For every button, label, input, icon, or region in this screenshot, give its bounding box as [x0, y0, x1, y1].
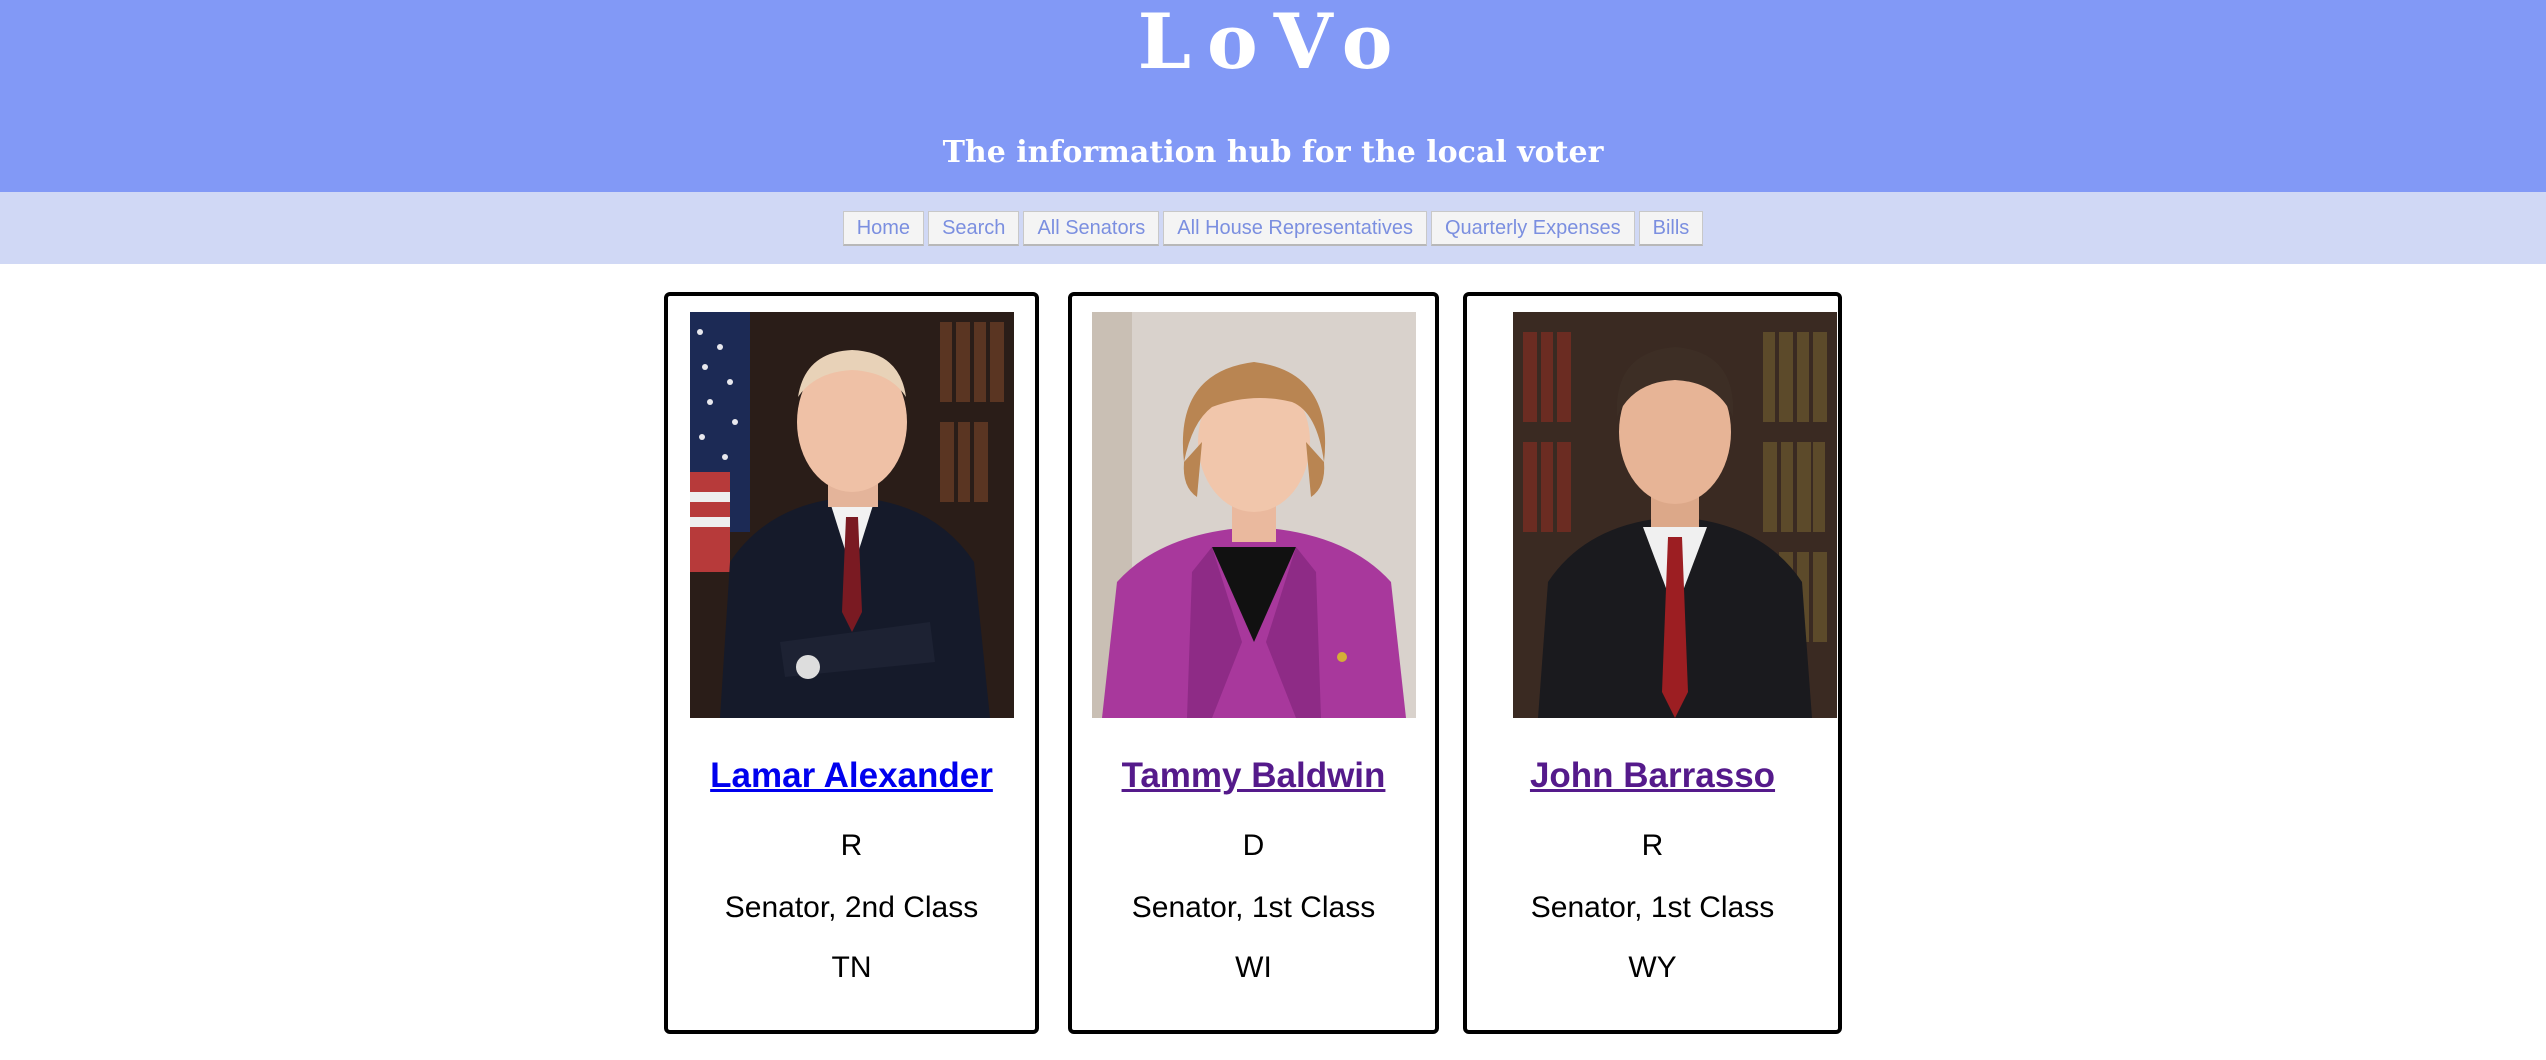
nav-quarterly-expenses-button[interactable]: Quarterly Expenses	[1430, 210, 1635, 246]
senator-class: Senator, 2nd Class	[724, 891, 979, 924]
senator-name-link[interactable]: Lamar Alexander	[668, 754, 1035, 798]
senator-party: D	[1242, 829, 1265, 862]
senator-party: R	[1641, 829, 1664, 862]
nav-search-button[interactable]: Search	[928, 210, 1020, 246]
senator-photo	[1513, 312, 1837, 718]
senator-card: Lamar Alexander R Senator, 2nd Class TN	[664, 292, 1039, 1034]
senator-state: TN	[831, 951, 872, 984]
site-title: LoVo	[1137, 0, 1409, 86]
site-tagline: The information hub for the local voter	[942, 135, 1604, 170]
nav-all-senators-button[interactable]: All Senators	[1023, 210, 1160, 246]
site-header: LoVo The information hub for the local v…	[0, 0, 2546, 192]
senator-photo	[1092, 312, 1416, 718]
senator-class: Senator, 1st Class	[1131, 891, 1376, 924]
nav-home-button[interactable]: Home	[842, 210, 925, 246]
senator-card: Tammy Baldwin D Senator, 1st Class WI	[1068, 292, 1439, 1034]
senator-state: WY	[1628, 951, 1677, 984]
senator-name-link[interactable]: John Barrasso	[1467, 754, 1838, 798]
nav-bar: Home Search All Senators All House Repre…	[0, 192, 2546, 264]
senator-party: R	[840, 829, 863, 862]
senator-name-link[interactable]: Tammy Baldwin	[1072, 754, 1435, 798]
senator-photo	[690, 312, 1014, 718]
senator-state: WI	[1235, 951, 1272, 984]
senator-card: John Barrasso R Senator, 1st Class WY	[1463, 292, 1842, 1034]
nav-bills-button[interactable]: Bills	[1638, 210, 1704, 246]
senator-class: Senator, 1st Class	[1530, 891, 1775, 924]
nav-all-house-representatives-button[interactable]: All House Representatives	[1163, 210, 1427, 246]
